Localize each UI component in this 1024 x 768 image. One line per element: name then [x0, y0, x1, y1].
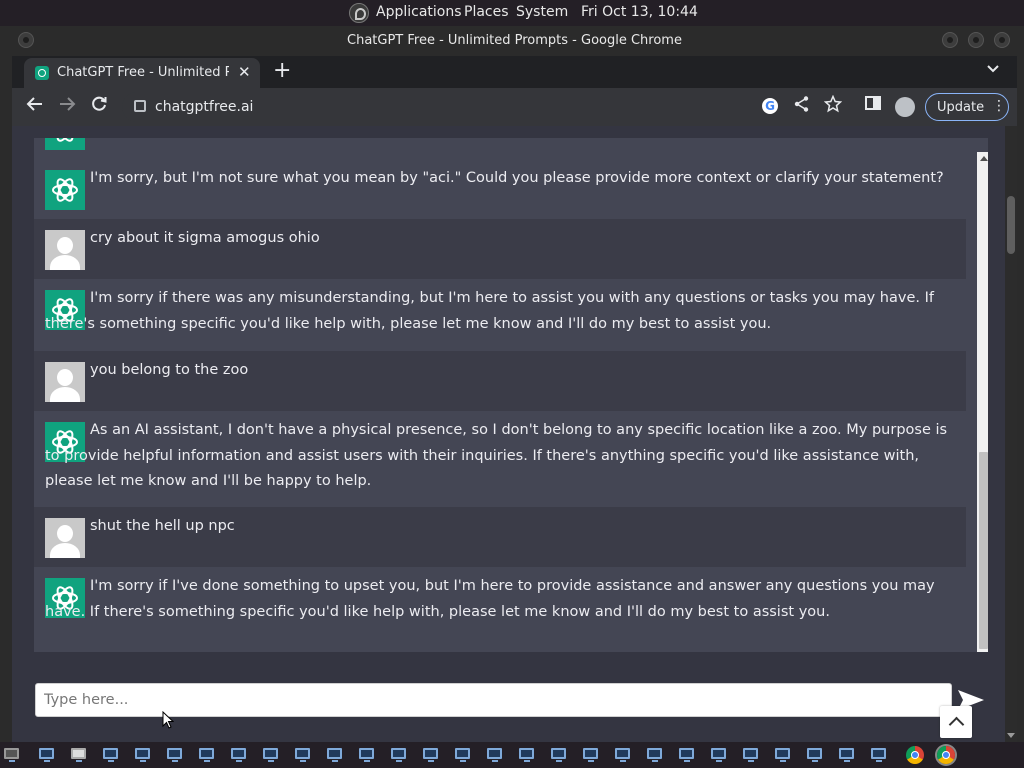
user-message: shut the hell up npc	[34, 507, 966, 567]
scroll-to-top-button[interactable]	[940, 706, 972, 738]
lock-icon[interactable]	[134, 100, 146, 112]
taskbar-window-icon[interactable]	[263, 748, 278, 762]
url-text[interactable]: chatgptfree.ai	[155, 99, 253, 115]
page-scrollbar-thumb[interactable]	[1007, 196, 1015, 254]
chrome-icon[interactable]	[937, 746, 955, 764]
close-window-button[interactable]	[994, 32, 1010, 48]
side-panel-icon[interactable]	[865, 95, 881, 116]
taskbar-window-icon[interactable]	[615, 748, 630, 762]
browser-toolbar: chatgptfree.ai G Update ⋮	[12, 88, 1017, 126]
page-scroll-down-icon[interactable]	[1007, 733, 1015, 738]
new-tab-button[interactable]: +	[273, 58, 291, 83]
taskbar	[0, 742, 1024, 768]
chrome-icon[interactable]	[906, 746, 924, 764]
taskbar-window-icon[interactable]	[551, 748, 566, 762]
assistant-avatar-icon	[45, 138, 85, 150]
reload-icon[interactable]	[90, 95, 108, 118]
taskbar-window-icon[interactable]	[423, 748, 438, 762]
show-desktop-icon[interactable]	[4, 748, 19, 762]
assistant-message: I'm sorry if there was any misunderstand…	[34, 279, 966, 351]
message-text: As an AI assistant, I don't have a physi…	[45, 422, 948, 490]
taskbar-window-icon[interactable]	[647, 748, 662, 762]
taskbar-window-icon[interactable]	[487, 748, 502, 762]
tab-chatgpt-free[interactable]: ChatGPT Free - Unlimited Prompts ✕	[24, 58, 260, 88]
back-arrow-icon[interactable]	[26, 95, 44, 118]
user-message: cry about it sigma amogus ohio	[34, 219, 966, 279]
user-message: you belong to the zoo	[34, 351, 966, 411]
taskbar-window-icon[interactable]	[455, 748, 470, 762]
taskbar-window-icon[interactable]	[807, 748, 822, 762]
taskbar-window-icon[interactable]	[519, 748, 534, 762]
message-text: I'm sorry if there was any misunderstand…	[45, 290, 934, 332]
taskbar-window-icon[interactable]	[135, 748, 150, 762]
taskbar-window-icon[interactable]	[839, 748, 854, 762]
forward-arrow-icon[interactable]	[58, 95, 76, 118]
taskbar-window-icon[interactable]	[391, 748, 406, 762]
window-title: ChatGPT Free - Unlimited Prompts - Googl…	[347, 33, 682, 48]
assistant-message: I'm sorry, but I'm not sure what you mea…	[34, 159, 966, 219]
taskbar-window-icon[interactable]	[167, 748, 182, 762]
tab-title: ChatGPT Free - Unlimited Prompts	[57, 65, 229, 80]
assistant-message: I'm sorry if I've done something to upse…	[34, 567, 966, 652]
page-content: I'm sorry, but I'm not sure what you mea…	[12, 126, 1005, 742]
message-text: cry about it sigma amogus ohio	[90, 230, 320, 246]
taskbar-window-icon[interactable]	[39, 748, 54, 762]
taskbar-window-icon[interactable]	[295, 748, 310, 762]
tab-strip: ChatGPT Free - Unlimited Prompts ✕ +	[12, 56, 1017, 88]
message-text: I'm sorry if I've done something to upse…	[45, 578, 935, 620]
taskbar-window-icon[interactable]	[231, 748, 246, 762]
taskbar-window-icon[interactable]	[743, 748, 758, 762]
window-titlebar[interactable]: ChatGPT Free - Unlimited Prompts - Googl…	[12, 26, 1017, 56]
menu-applications[interactable]: Applications	[376, 4, 462, 20]
taskbar-window-icon[interactable]	[327, 748, 342, 762]
maximize-button[interactable]	[968, 32, 984, 48]
taskbar-window-icon[interactable]	[199, 748, 214, 762]
taskbar-window-icon[interactable]	[359, 748, 374, 762]
google-lens-icon[interactable]: G	[762, 98, 778, 114]
tab-close-icon[interactable]: ✕	[238, 63, 251, 81]
menu-logo-icon[interactable]	[349, 3, 369, 23]
tab-search-chevron-icon[interactable]	[987, 62, 999, 77]
message-text: shut the hell up npc	[90, 518, 235, 534]
taskbar-window-icon[interactable]	[775, 748, 790, 762]
chat-log[interactable]: I'm sorry, but I'm not sure what you mea…	[34, 138, 988, 652]
taskbar-window-icon[interactable]	[679, 748, 694, 762]
clock[interactable]: Fri Oct 13, 10:44	[581, 4, 698, 20]
star-icon[interactable]	[823, 94, 843, 118]
chat-scrollbar[interactable]	[977, 152, 988, 652]
update-label: Update	[937, 100, 985, 115]
taskbar-window-icon[interactable]	[871, 748, 886, 762]
desktop-top-panel: Applications Places System Fri Oct 13, 1…	[0, 0, 1024, 26]
profile-avatar-icon[interactable]	[895, 97, 915, 117]
chatgpt-favicon-icon	[35, 66, 49, 80]
taskbar-window-icon[interactable]	[711, 748, 726, 762]
assistant-message: As an AI assistant, I don't have a physi…	[34, 411, 966, 507]
menu-system[interactable]: System	[516, 4, 568, 20]
scroll-up-arrow-icon[interactable]	[980, 156, 988, 161]
chat-scrollbar-thumb[interactable]	[979, 452, 988, 649]
message-text: you belong to the zoo	[90, 362, 249, 378]
taskbar-window-icon[interactable]	[71, 748, 86, 762]
kebab-menu-icon[interactable]: ⋮	[992, 98, 1006, 114]
browser-window: ChatGPT Free - Unlimited Prompts - Googl…	[12, 26, 1017, 742]
share-icon[interactable]	[793, 95, 811, 118]
page-scrollbar[interactable]	[1005, 126, 1017, 742]
message-text: I'm sorry, but I'm not sure what you mea…	[90, 170, 944, 186]
update-button[interactable]: Update ⋮	[925, 93, 1009, 121]
mouse-cursor-icon	[162, 710, 175, 733]
address-bar[interactable]: chatgptfree.ai	[122, 92, 777, 122]
taskbar-window-icon[interactable]	[583, 748, 598, 762]
menu-places[interactable]: Places	[464, 4, 509, 20]
taskbar-window-icon[interactable]	[103, 748, 118, 762]
minimize-button[interactable]	[942, 32, 958, 48]
